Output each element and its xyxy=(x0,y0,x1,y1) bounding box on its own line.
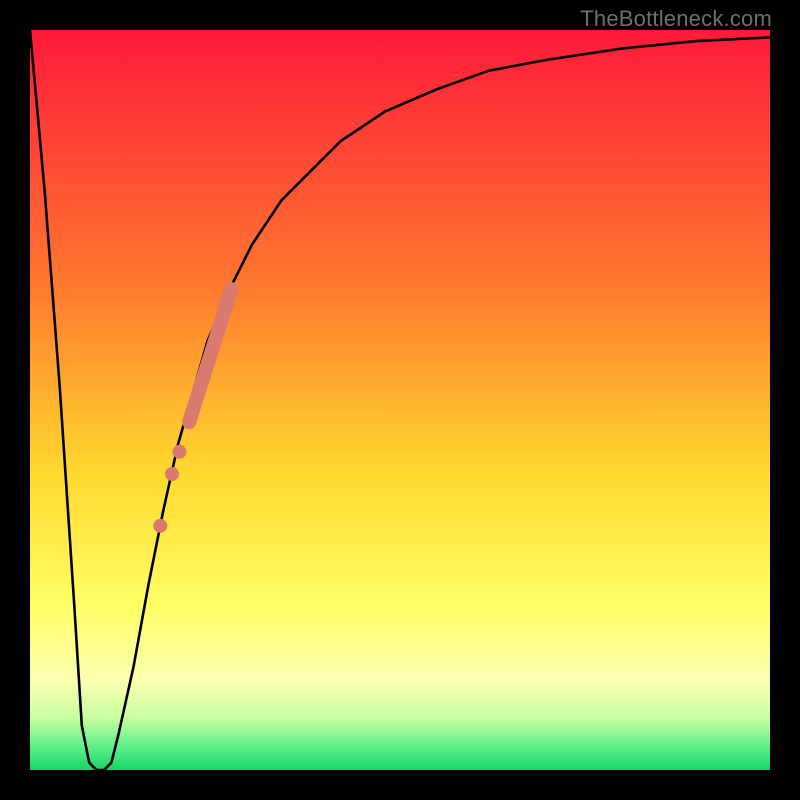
dot-b xyxy=(165,467,179,481)
bottleneck-curve xyxy=(30,30,770,770)
highlight-band xyxy=(189,289,231,422)
watermark-text: TheBottleneck.com xyxy=(580,6,772,32)
dot-a xyxy=(172,445,186,459)
plot-area xyxy=(30,30,770,770)
dot-c xyxy=(153,519,167,533)
chart-frame: TheBottleneck.com xyxy=(0,0,800,800)
curve-layer xyxy=(30,30,770,770)
